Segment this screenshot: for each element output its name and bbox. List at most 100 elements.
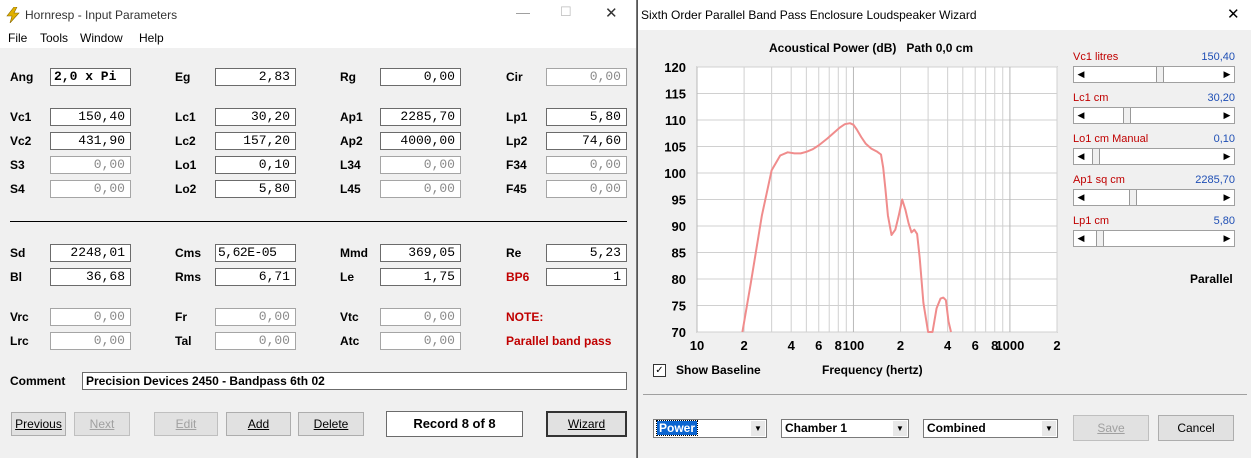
label-s3: S3 — [10, 158, 25, 172]
field-atc[interactable]: 0,00 — [380, 332, 461, 350]
maximize-icon[interactable]: ☐ — [560, 4, 572, 20]
label-vrc: Vrc — [10, 310, 29, 324]
field-f45[interactable]: 0,00 — [546, 180, 627, 198]
slider-thumb[interactable] — [1123, 108, 1131, 123]
field-rg[interactable]: 0,00 — [380, 68, 461, 86]
field-rms[interactable]: 6,71 — [215, 268, 296, 286]
arrow-right-icon[interactable]: ▶ — [1220, 108, 1234, 123]
menu-help[interactable]: Help — [139, 31, 164, 45]
chevron-down-icon: ▼ — [1042, 421, 1056, 436]
field-lp2[interactable]: 74,60 — [546, 132, 627, 150]
field-bp6[interactable]: 1 — [546, 268, 627, 286]
label-cms: Cms — [175, 246, 202, 260]
field-l34[interactable]: 0,00 — [380, 156, 461, 174]
y-tick-label: 115 — [665, 87, 686, 102]
arrow-left-icon[interactable]: ◀ — [1074, 149, 1088, 164]
field-bl[interactable]: 36,68 — [50, 268, 131, 286]
field-mmd[interactable]: 369,05 — [380, 244, 461, 262]
field-lp1[interactable]: 5,80 — [546, 108, 627, 126]
slider[interactable]: ◀ ▶ — [1073, 230, 1235, 247]
label-lc2: Lc2 — [175, 134, 196, 148]
input-parameters-window: Hornresp - Input Parameters — ☐ ✕ File T… — [0, 0, 637, 458]
mode-select[interactable]: Combined ▼ — [923, 419, 1058, 438]
add-button[interactable]: Add — [226, 412, 291, 436]
field-ap2[interactable]: 4000,00 — [380, 132, 461, 150]
field-ang[interactable]: 2,0 x Pi — [50, 68, 131, 86]
field-lc2[interactable]: 157,20 — [215, 132, 296, 150]
field-f34[interactable]: 0,00 — [546, 156, 627, 174]
field-l45[interactable]: 0,00 — [380, 180, 461, 198]
arrow-right-icon[interactable]: ▶ — [1220, 149, 1234, 164]
left-titlebar: Hornresp - Input Parameters — ☐ ✕ — [0, 0, 636, 30]
y-tick-label: 100 — [664, 166, 686, 181]
x-tick-label: 8 — [835, 338, 842, 353]
field-vrc[interactable]: 0,00 — [50, 308, 131, 326]
field-cms[interactable]: 5,62E-05 — [215, 244, 296, 262]
field-tal[interactable]: 0,00 — [215, 332, 296, 350]
slider-thumb[interactable] — [1156, 67, 1164, 82]
slider-thumb[interactable] — [1092, 149, 1100, 164]
label-fr: Fr — [175, 310, 187, 324]
chamber-select[interactable]: Chamber 1 ▼ — [781, 419, 909, 438]
label-eg: Eg — [175, 70, 191, 84]
note-text: Parallel band pass — [506, 334, 612, 348]
arrow-right-icon[interactable]: ▶ — [1220, 231, 1234, 246]
field-s4[interactable]: 0,00 — [50, 180, 131, 198]
edit-button[interactable]: Edit — [154, 412, 218, 436]
field-lo2[interactable]: 5,80 — [215, 180, 296, 198]
field-s3[interactable]: 0,00 — [50, 156, 131, 174]
arrow-left-icon[interactable]: ◀ — [1074, 67, 1088, 82]
field-lrc[interactable]: 0,00 — [50, 332, 131, 350]
arrow-left-icon[interactable]: ◀ — [1074, 231, 1088, 246]
label-f45: F45 — [506, 182, 527, 196]
slider-thumb[interactable] — [1129, 190, 1137, 205]
chart-title: Acoustical Power (dB) Path 0,0 cm — [769, 41, 974, 55]
menu-window[interactable]: Window — [80, 31, 123, 45]
comment-field[interactable]: Precision Devices 2450 - Bandpass 6th 02 — [82, 372, 627, 390]
slider[interactable]: ◀ ▶ — [1073, 189, 1235, 206]
field-le[interactable]: 1,75 — [380, 268, 461, 286]
delete-button[interactable]: Delete — [298, 412, 364, 436]
show-baseline-checkbox[interactable]: ✓ — [653, 364, 666, 377]
slider-label: Ap1 sq cm — [1073, 174, 1125, 186]
wizard-close-icon[interactable]: ✕ — [1227, 5, 1240, 23]
slider-thumb[interactable] — [1096, 231, 1104, 246]
type-select[interactable]: Power ▼ — [653, 419, 767, 438]
next-button[interactable]: Next — [74, 412, 130, 436]
right-titlebar: Sixth Order Parallel Band Pass Enclosure… — [638, 0, 1251, 30]
menu-tools[interactable]: Tools — [40, 31, 68, 45]
field-vc1[interactable]: 150,40 — [50, 108, 131, 126]
minimize-icon[interactable]: — — [516, 4, 530, 20]
field-vc2[interactable]: 431,90 — [50, 132, 131, 150]
slider[interactable]: ◀ ▶ — [1073, 66, 1235, 83]
arrow-left-icon[interactable]: ◀ — [1074, 108, 1088, 123]
slider[interactable]: ◀ ▶ — [1073, 107, 1235, 124]
arrow-left-icon[interactable]: ◀ — [1074, 190, 1088, 205]
field-lc1[interactable]: 30,20 — [215, 108, 296, 126]
label-lo1: Lo1 — [175, 158, 197, 172]
field-ap1[interactable]: 2285,70 — [380, 108, 461, 126]
wizard-button[interactable]: Wizard — [546, 411, 627, 437]
previous-button[interactable]: Previous — [11, 412, 66, 436]
slider-value: 150,40 — [1201, 51, 1235, 63]
field-cir[interactable]: 0,00 — [546, 68, 627, 86]
field-eg[interactable]: 2,83 — [215, 68, 296, 86]
label-ang: Ang — [10, 70, 34, 84]
arrow-right-icon[interactable]: ▶ — [1220, 67, 1234, 82]
slider[interactable]: ◀ ▶ — [1073, 148, 1235, 165]
x-tick-label: 100 — [843, 338, 865, 353]
close-icon[interactable]: ✕ — [605, 4, 618, 22]
field-re[interactable]: 5,23 — [546, 244, 627, 262]
parallel-label: Parallel — [1190, 272, 1233, 286]
field-vtc[interactable]: 0,00 — [380, 308, 461, 326]
save-button[interactable]: Save — [1073, 415, 1149, 441]
note-label: NOTE: — [506, 310, 544, 324]
field-sd[interactable]: 2248,01 — [50, 244, 131, 262]
field-lo1[interactable]: 0,10 — [215, 156, 296, 174]
cancel-button[interactable]: Cancel — [1158, 415, 1234, 441]
field-fr[interactable]: 0,00 — [215, 308, 296, 326]
mode-select-value: Combined — [927, 421, 986, 435]
label-rg: Rg — [340, 70, 356, 84]
menu-file[interactable]: File — [8, 31, 27, 45]
arrow-right-icon[interactable]: ▶ — [1220, 190, 1234, 205]
